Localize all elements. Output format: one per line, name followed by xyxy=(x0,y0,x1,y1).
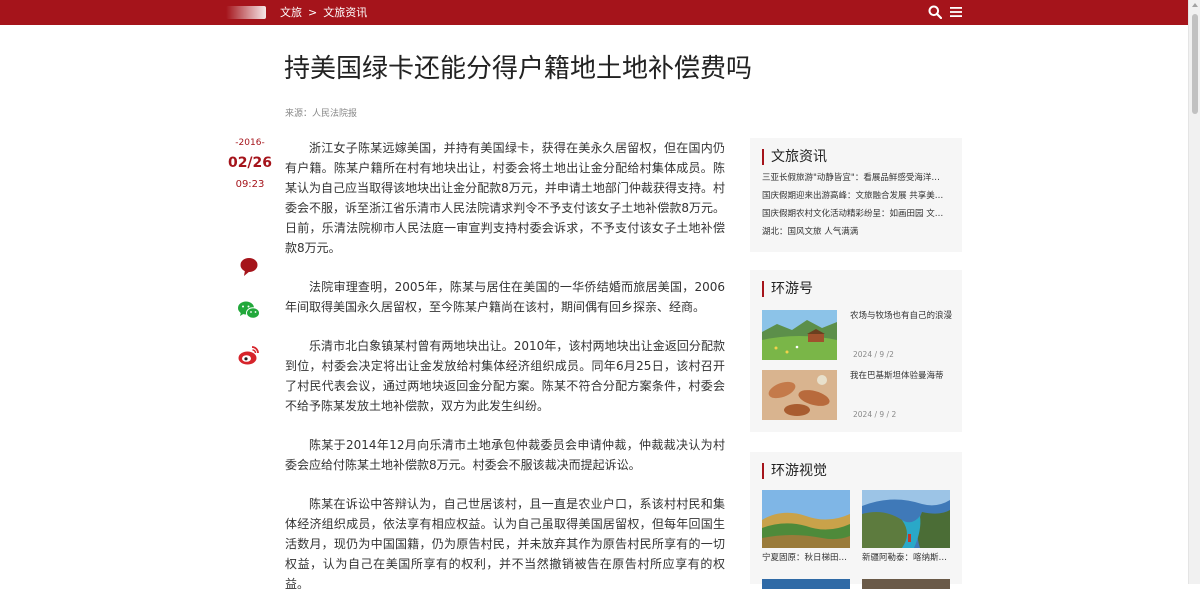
article-body: 浙江女子陈某远嫁美国，并持有美国绿卡，获得在美永久居留权，但在国内仍有户籍。陈某… xyxy=(285,138,725,613)
scrollbar-thumb[interactable] xyxy=(1192,14,1198,114)
visual-thumbnail-next[interactable] xyxy=(762,574,850,589)
article-date-year: -2016- xyxy=(235,138,265,148)
sidebar-news-heading: 文旅资讯 xyxy=(762,149,827,165)
article-paragraph: 陈某在诉讼中答辩认为，自己世居该村，且一直是农业户口，系该村村民和集体经济组织成… xyxy=(285,497,725,591)
huanyou-thumbnail-henna[interactable] xyxy=(762,370,837,420)
article-paragraph: 乐清市北白象镇某村曾有两地块出让。2010年，该村两地块出让金返回分配款到位，村… xyxy=(285,339,725,413)
article-date-day: 02/26 xyxy=(227,155,273,171)
sidebar-visual-heading: 环游视觉 xyxy=(762,463,827,479)
breadcrumb-item-home[interactable]: 文旅 xyxy=(280,6,302,19)
article-paragraph: 浙江女子陈某远嫁美国，并持有美国绿卡，获得在美永久居留权，但在国内仍有户籍。陈某… xyxy=(285,141,725,255)
news-list-item[interactable]: 国庆假期农村文化活动精彩纷呈：如画田园 文… xyxy=(762,208,950,220)
breadcrumb-item-news[interactable]: 文旅资讯 xyxy=(323,6,367,19)
top-nav-bar: 文旅 > 文旅资讯 xyxy=(0,0,1200,25)
sidebar-visual-card: 环游视觉 宁夏固原：秋日梯田… 新疆阿勒泰：喀纳斯… xyxy=(750,452,962,589)
article-paragraph: 法院审理查明，2005年，陈某与居住在美国的一华侨结婚而旅居美国，2006年间取… xyxy=(285,280,725,314)
comment-icon[interactable] xyxy=(236,255,262,279)
visual-item-caption[interactable]: 宁夏固原：秋日梯田… xyxy=(762,552,850,564)
breadcrumb: 文旅 > 文旅资讯 xyxy=(280,0,367,25)
article-source: 来源：人民法院报 xyxy=(285,109,358,119)
visual-thumbnail-next[interactable] xyxy=(862,574,950,589)
article-paragraph: 陈某于2014年12月向乐清市土地承包仲裁委员会申请仲裁，仲裁裁决认为村委会应给… xyxy=(285,438,725,472)
huanyou-item-date: 2024 / 9 / 2 xyxy=(853,410,897,419)
weibo-icon[interactable] xyxy=(236,343,262,367)
visual-thumbnail-kanas[interactable] xyxy=(862,490,950,548)
sidebar-huanyou-heading: 环游号 xyxy=(762,281,813,297)
site-logo[interactable] xyxy=(226,6,266,19)
sidebar-huanyou-card: 环游号 农场与牧场也有自己的浪漫 2024 / 9 /2 我在巴基斯坦体验曼海蒂… xyxy=(750,270,962,432)
news-list-item[interactable]: 湖北：国风文旅 人气满满 xyxy=(762,226,950,238)
vertical-scrollbar[interactable] xyxy=(1188,0,1200,584)
visual-item-caption[interactable]: 新疆阿勒泰：喀纳斯… xyxy=(862,552,950,564)
huanyou-thumbnail-farm[interactable] xyxy=(762,310,837,360)
breadcrumb-separator: > xyxy=(308,6,318,19)
menu-icon[interactable] xyxy=(950,5,962,21)
news-list-item[interactable]: 国庆假期迎来出游高峰：文旅融合发展 共享美… xyxy=(762,190,950,202)
huanyou-item-title[interactable]: 农场与牧场也有自己的浪漫 xyxy=(850,310,954,323)
huanyou-item-date: 2024 / 9 /2 xyxy=(853,350,894,359)
sidebar-news-card: 文旅资讯 三亚长假旅游"动静皆宜"：看展品鲜感受海洋… 国庆假期迎来出游高峰：文… xyxy=(750,138,962,252)
article-title: 持美国绿卡还能分得户籍地土地补偿费吗 xyxy=(284,54,753,84)
article-date-time: 09:23 xyxy=(235,179,265,190)
visual-thumbnail-guyuan[interactable] xyxy=(762,490,850,548)
search-icon[interactable] xyxy=(928,5,942,21)
news-list-item[interactable]: 三亚长假旅游"动静皆宜"：看展品鲜感受海洋… xyxy=(762,172,950,184)
wechat-icon[interactable] xyxy=(236,298,262,322)
scroll-up-icon[interactable] xyxy=(1192,3,1198,7)
huanyou-item-title[interactable]: 我在巴基斯坦体验曼海蒂 xyxy=(850,370,954,383)
